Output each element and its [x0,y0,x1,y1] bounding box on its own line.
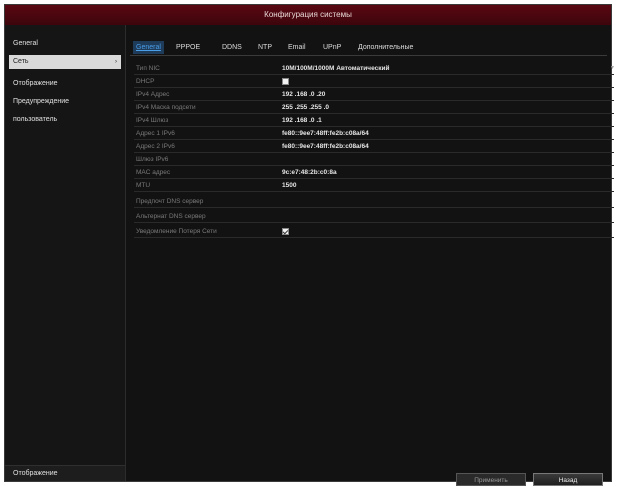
ipv6-gateway-label: Шлюз IPv6 [136,156,169,163]
ipv6-address2-row: Адрес 2 IPv6 fe80::9ee7:48ff:fe2b:c08a/6… [134,141,614,153]
dhcp-row: DHCP [134,76,614,88]
ipv4-mask-row: IPv4 Маска подсети 255 .255 .255 .0 [134,102,614,114]
network-loss-alarm-row: Уведомление Потеря Сети [134,226,614,238]
sidebar: General Сеть › Отображение Предупреждение… [5,25,126,481]
ipv6-gateway-row: Шлюз IPv6 [134,154,614,166]
ipv4-gateway-label: IPv4 Шлюз [136,117,169,124]
mac-address-label: MAC адрес [136,169,171,176]
tab-bar: General PPPOE DDNS NTP Email UPnP Дополн… [130,41,607,56]
ipv6-address2-label: Адрес 2 IPv6 [136,143,175,150]
chevron-right-icon: › [115,59,117,65]
network-loss-alarm-checkbox[interactable] [282,228,289,235]
apply-button[interactable]: Применить [456,473,526,486]
ipv4-address-row: IPv4 Адрес 192 .168 .0 .20 [134,89,614,101]
main-panel: General PPPOE DDNS NTP Email UPnP Дополн… [126,25,614,486]
nic-type-row[interactable]: Тип NIC 10M/100M/1000M Автоматический ▾ [134,63,614,75]
dhcp-checkbox[interactable] [282,78,289,85]
ipv6-address2-value: fe80::9ee7:48ff:fe2b:c08a/64 [282,143,369,150]
sidebar-item-network[interactable]: Сеть › [9,55,121,69]
mac-address-value: 9c:e7:48:2b:c0:8a [282,169,337,176]
sidebar-item-general[interactable]: General [9,37,121,51]
ipv4-mask-label: IPv4 Маска подсети [136,104,196,111]
ipv4-address-field[interactable]: 192 .168 .0 .20 [282,89,325,100]
tab-upnp[interactable]: UPnP [323,41,341,54]
nic-type-select[interactable]: 10M/100M/1000M Автоматический [282,63,389,74]
ipv6-address1-value: fe80::9ee7:48ff:fe2b:c08a/64 [282,130,369,137]
alternate-dns-row: Альтернат DNS сервер [134,211,614,223]
sidebar-item-label: General [13,40,38,47]
tab-general[interactable]: General [133,41,164,54]
back-button[interactable]: Назад [533,473,603,486]
dhcp-label: DHCP [136,78,155,85]
sidebar-item-label: Предупреждение [13,98,70,105]
ipv4-mask-field[interactable]: 255 .255 .255 .0 [282,102,329,113]
window-title: Конфигурация системы [5,5,611,26]
preferred-dns-row: Предпочт DNS сервер [134,196,614,208]
ipv6-address1-label: Адрес 1 IPv6 [136,130,175,137]
tab-email[interactable]: Email [288,41,306,54]
tab-ddns[interactable]: DDNS [222,41,242,54]
mtu-row: MTU 1500 [134,180,614,192]
config-window: Конфигурация системы General Сеть › Отобр… [4,4,614,486]
sidebar-bottom-display[interactable]: Отображение [5,465,125,481]
chevron-down-icon[interactable]: ▾ [611,63,614,74]
ipv4-address-label: IPv4 Адрес [136,91,170,98]
sidebar-item-user[interactable]: пользователь [9,113,121,127]
tab-pppoe[interactable]: PPPOE [176,41,200,54]
mac-address-row: MAC адрес 9c:e7:48:2b:c0:8a [134,167,614,179]
nic-type-label: Тип NIC [136,65,160,72]
sidebar-item-display[interactable]: Отображение [9,77,121,91]
mtu-label: MTU [136,182,151,189]
ipv6-address1-row: Адрес 1 IPv6 fe80::9ee7:48ff:fe2b:c08a/6… [134,128,614,140]
ipv4-gateway-row: IPv4 Шлюз 192 .168 .0 .1 [134,115,614,127]
sidebar-item-label: Сеть [13,58,29,65]
ipv4-gateway-field[interactable]: 192 .168 .0 .1 [282,115,322,126]
preferred-dns-label: Предпочт DNS сервер [136,198,204,205]
tab-advanced[interactable]: Дополнительные [358,41,413,54]
network-loss-alarm-label: Уведомление Потеря Сети [136,228,217,235]
sidebar-item-label: Отображение [13,80,58,87]
mtu-field[interactable]: 1500 [282,180,296,191]
sidebar-item-label: пользователь [13,116,58,123]
sidebar-item-alarm[interactable]: Предупреждение [9,95,121,109]
alternate-dns-label: Альтернат DNS сервер [136,213,206,220]
tab-ntp[interactable]: NTP [258,41,272,54]
